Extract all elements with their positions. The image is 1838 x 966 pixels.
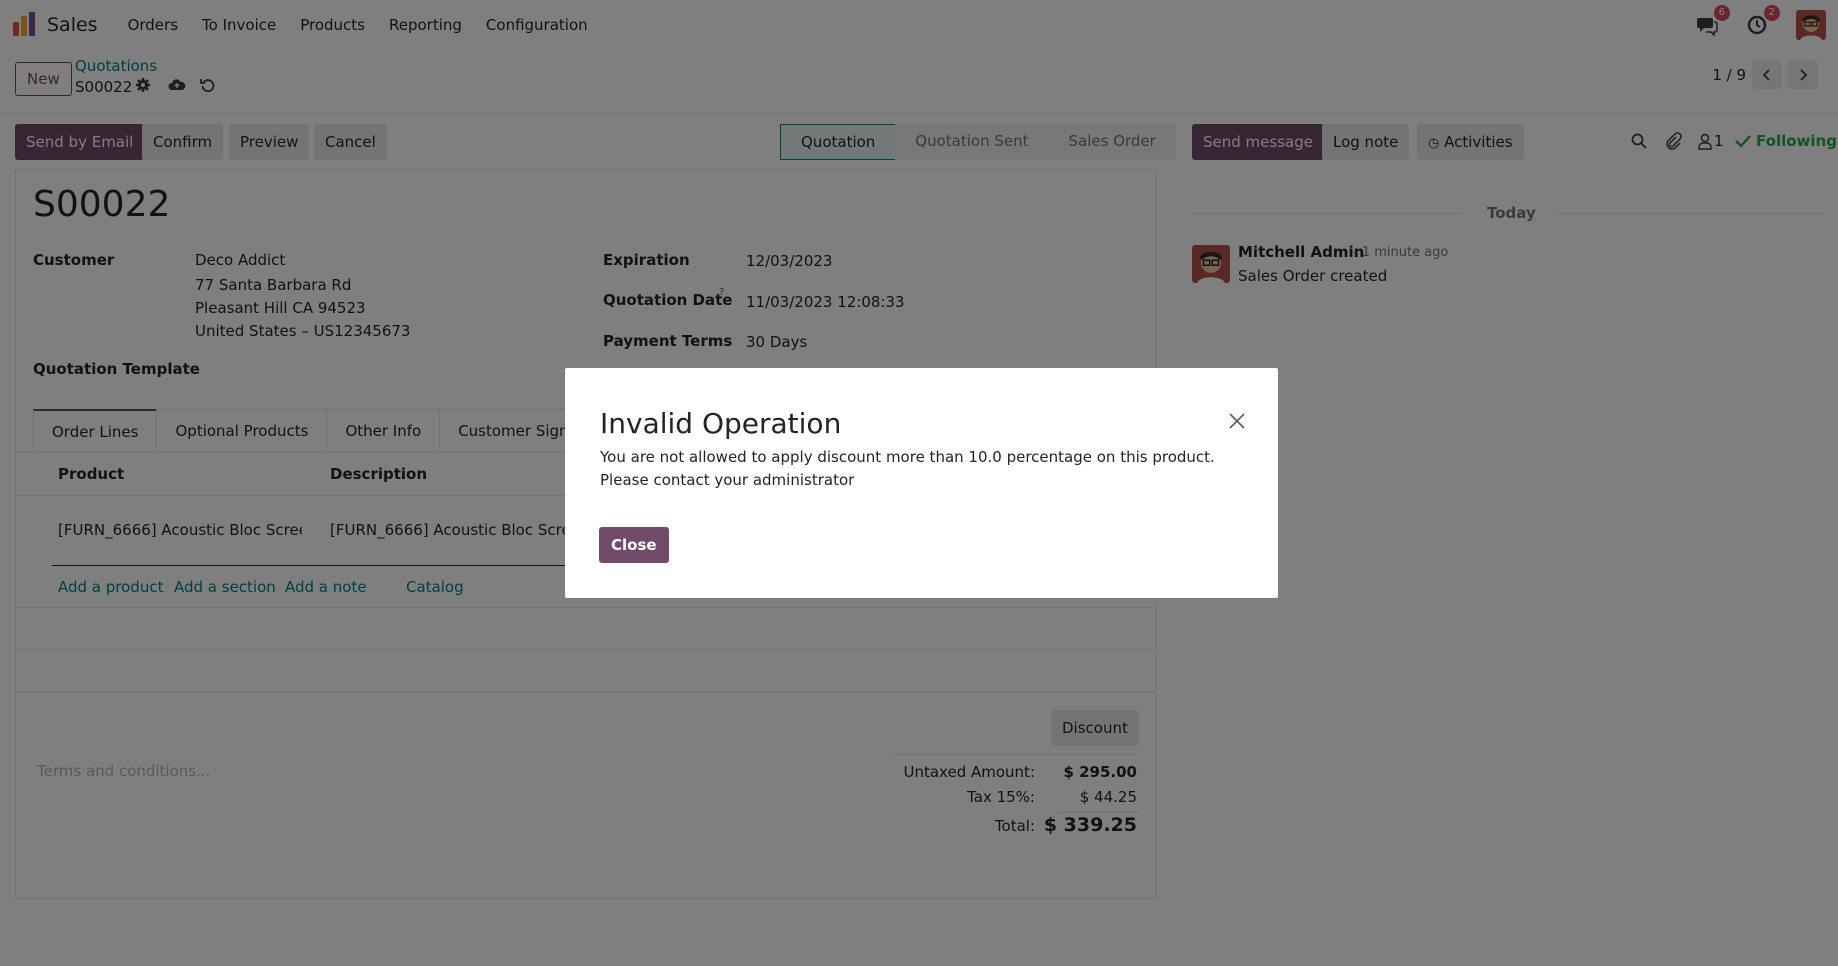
dialog-title: Invalid Operation [600, 407, 842, 440]
dialog-message: You are not allowed to apply discount mo… [600, 448, 1215, 489]
close-button[interactable]: Close [599, 527, 669, 563]
invalid-operation-dialog: Invalid Operation You are not allowed to… [565, 368, 1278, 598]
close-icon[interactable] [1228, 412, 1246, 430]
